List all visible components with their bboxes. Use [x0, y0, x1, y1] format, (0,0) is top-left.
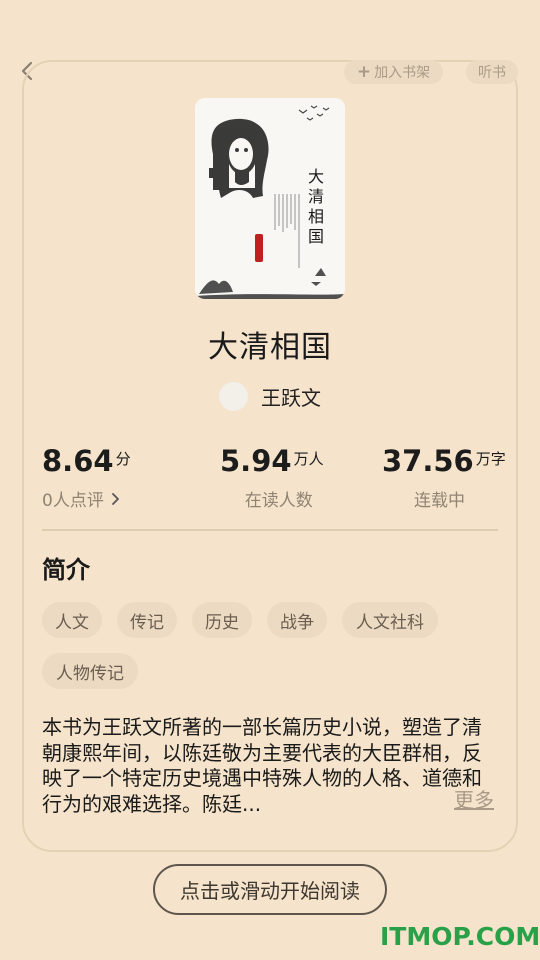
word-count-unit: 万字	[475, 450, 506, 468]
tag-item[interactable]: 传记	[117, 602, 177, 638]
add-to-shelf-label: 加入书架	[374, 65, 431, 81]
word-count-value: 37.56	[382, 444, 474, 478]
score-value: 8.64	[42, 444, 114, 478]
start-reading-button[interactable]: 点击或滑动开始阅读	[153, 864, 387, 915]
readers-value: 5.94	[220, 444, 292, 478]
tag-item[interactable]: 人物传记	[42, 653, 138, 689]
book-title: 大清相国	[208, 330, 332, 365]
cover-title-text: 大 清 相 国	[308, 167, 324, 246]
readers-unit: 万人	[293, 450, 324, 468]
svg-text:清: 清	[308, 187, 324, 206]
svg-text:国: 国	[308, 227, 324, 246]
listen-button[interactable]: 听书	[466, 60, 518, 84]
serial-status-label: 连载中	[414, 491, 465, 511]
book-cover[interactable]: 大 清 相 国	[195, 98, 345, 299]
more-link[interactable]: 更多	[454, 784, 494, 813]
svg-text:相: 相	[308, 207, 324, 226]
watermark-logo: ITMOP.COM	[380, 922, 540, 951]
tag-item[interactable]: 战争	[267, 602, 327, 638]
book-detail-page: + 加入书架 听书 大 清 相 国 大清相国 王跃文 8.64 分 0人点评 5…	[0, 0, 540, 960]
svg-text:大: 大	[308, 167, 324, 186]
listen-label: 听书	[478, 65, 506, 81]
divider	[42, 529, 498, 531]
author-avatar	[219, 381, 248, 411]
plus-icon: +	[356, 61, 372, 82]
author-name: 王跃文	[261, 385, 321, 410]
reviews-count-label: 0人点评	[42, 491, 104, 511]
word-count-stat: 37.56 万字 连载中	[382, 442, 506, 511]
tag-item[interactable]: 人文	[42, 602, 102, 638]
readers-stat: 5.94 万人 在读人数	[220, 442, 324, 511]
tag-item[interactable]: 人文社科	[342, 602, 438, 638]
add-to-shelf-button[interactable]: + 加入书架	[344, 60, 443, 84]
intro-text: 本书为王跃文所著的一部长篇历史小说，塑造了清朝康熙年间，以陈廷敬为主要代表的大臣…	[42, 715, 482, 816]
cover-seal	[255, 234, 263, 262]
readers-label: 在读人数	[244, 491, 313, 511]
score-unit: 分	[115, 450, 131, 468]
book-cover-art: 大 清 相 国	[195, 98, 345, 299]
author-row[interactable]: 王跃文	[0, 380, 540, 412]
intro-heading: 简介	[42, 556, 90, 584]
score-stat[interactable]: 8.64 分 0人点评	[42, 442, 131, 511]
tag-item[interactable]: 历史	[192, 602, 252, 638]
chevron-right-icon	[111, 492, 119, 505]
